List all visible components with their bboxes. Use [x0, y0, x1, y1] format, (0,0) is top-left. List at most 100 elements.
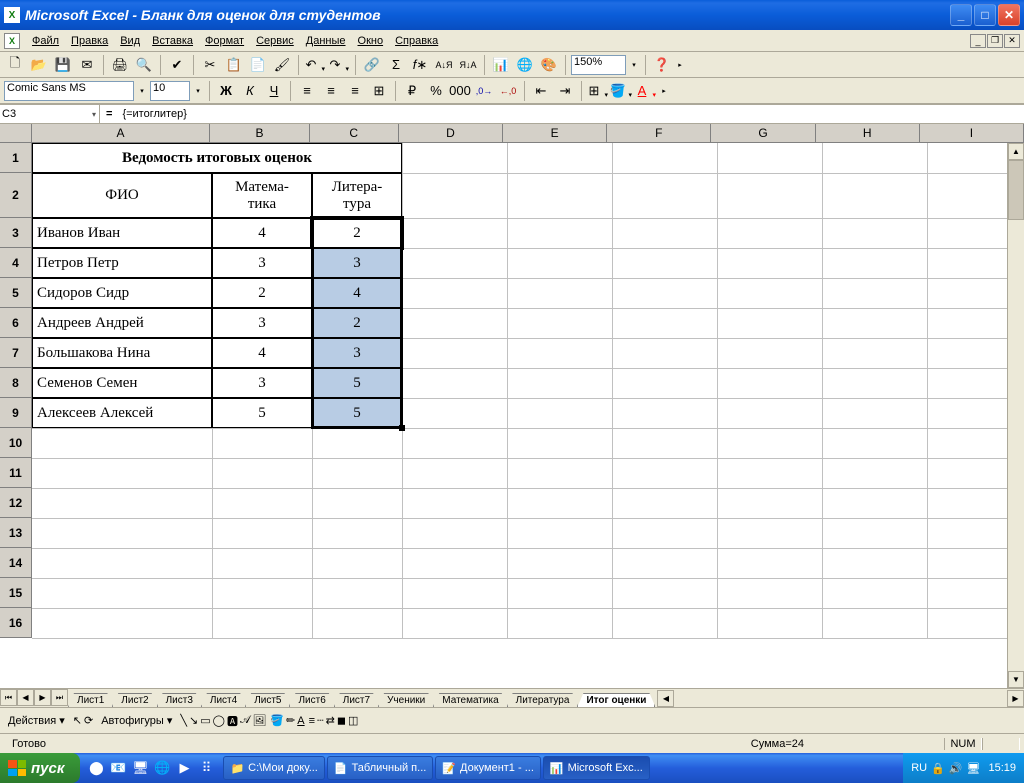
row-header[interactable]: 1	[0, 143, 31, 173]
zoom-dropdown-icon[interactable]: ▾	[628, 54, 640, 76]
cell[interactable]: 3	[212, 308, 312, 338]
column-header[interactable]: E	[503, 124, 607, 142]
row-header[interactable]: 4	[0, 248, 31, 278]
ql-item[interactable]: ▶	[174, 757, 194, 779]
cell[interactable]: 5	[312, 368, 402, 398]
sort-asc-icon[interactable]: А↓Я	[433, 54, 455, 76]
tray-icon[interactable]: 🖥	[967, 762, 981, 775]
cell[interactable]: 3	[312, 248, 402, 278]
ql-item[interactable]: 🖥	[130, 757, 150, 779]
font-color-draw-icon[interactable]: A	[297, 715, 304, 727]
sheet-tab[interactable]: Итог оценки	[577, 693, 655, 707]
cell[interactable]: Сидоров Сидр	[32, 278, 212, 308]
scroll-right-icon[interactable]: ▶	[1007, 690, 1024, 707]
sheet-tab[interactable]: Лист2	[112, 693, 157, 707]
decrease-decimal-icon[interactable]: ←,0	[497, 80, 519, 102]
vscroll-thumb[interactable]	[1008, 160, 1024, 220]
currency-icon[interactable]: ₽	[401, 80, 423, 102]
save-icon[interactable]: 💾	[52, 54, 74, 76]
cell[interactable]: Матема-тика	[212, 173, 312, 218]
cell[interactable]: 3	[312, 338, 402, 368]
row-header[interactable]: 6	[0, 308, 31, 338]
row-header[interactable]: 7	[0, 338, 31, 368]
textbox-icon[interactable]: 🅰	[227, 713, 238, 729]
sheet-tab[interactable]: Лист5	[245, 693, 290, 707]
clipart-icon[interactable]: 🖼	[252, 714, 266, 727]
column-header[interactable]: G	[711, 124, 815, 142]
sheet-tab[interactable]: Лист4	[201, 693, 246, 707]
menu-help[interactable]: Справка	[389, 33, 444, 49]
row-header[interactable]: 2	[0, 173, 31, 218]
cell[interactable]: Алексеев Алексей	[32, 398, 212, 428]
tray-icon[interactable]: 🔒	[931, 762, 945, 775]
cell[interactable]: Ведомость итоговых оценок	[32, 143, 402, 173]
cell[interactable]: 2	[312, 308, 402, 338]
row-header[interactable]: 5	[0, 278, 31, 308]
line-style-icon[interactable]: ≡	[309, 715, 315, 727]
arrow-icon[interactable]: ↘	[189, 714, 198, 727]
comma-icon[interactable]: 000	[449, 80, 471, 102]
sheet-tab[interactable]: Литература	[507, 693, 579, 707]
zoom-combo[interactable]: 150%	[571, 55, 626, 75]
tab-nav-next-icon[interactable]: ▶	[34, 689, 51, 706]
cell[interactable]: Андреев Андрей	[32, 308, 212, 338]
dash-style-icon[interactable]: ┄	[317, 714, 324, 727]
cell[interactable]: Большакова Нина	[32, 338, 212, 368]
chart-wizard-icon[interactable]: 📊	[490, 54, 512, 76]
redo-icon[interactable]: ↷	[328, 54, 350, 76]
minimize-button[interactable]: _	[950, 4, 972, 26]
scroll-left-icon[interactable]: ◀	[657, 690, 674, 707]
toolbar-options-icon[interactable]: ▸	[659, 80, 669, 102]
copy-icon[interactable]: 📋	[223, 54, 245, 76]
arrow-style-icon[interactable]: ⇄	[326, 714, 335, 727]
email-icon[interactable]: ✉	[76, 54, 98, 76]
open-icon[interactable]: 📂	[28, 54, 50, 76]
row-header[interactable]: 3	[0, 218, 31, 248]
shadow-icon[interactable]: ◼	[337, 714, 346, 727]
align-right-icon[interactable]: ≡	[344, 80, 366, 102]
paste-icon[interactable]: 📄	[247, 54, 269, 76]
ql-item[interactable]: ⬤	[86, 757, 106, 779]
oval-icon[interactable]: ◯	[213, 714, 225, 727]
cell[interactable]: 4	[212, 218, 312, 248]
spellcheck-icon[interactable]: ✔	[166, 54, 188, 76]
increase-indent-icon[interactable]: ⇥	[554, 80, 576, 102]
rectangle-icon[interactable]: ▭	[200, 714, 210, 727]
row-header[interactable]: 16	[0, 608, 31, 638]
cell[interactable]: Петров Петр	[32, 248, 212, 278]
autosum-icon[interactable]: Σ	[385, 54, 407, 76]
select-all-corner[interactable]	[0, 124, 32, 142]
row-header[interactable]: 14	[0, 548, 31, 578]
row-header[interactable]: 8	[0, 368, 31, 398]
3d-icon[interactable]: ◫	[348, 714, 358, 727]
print-icon[interactable]: 🖨	[109, 54, 131, 76]
workbook-icon[interactable]: X	[4, 33, 20, 49]
formula-input[interactable]: {=итоглитер}	[118, 105, 1024, 123]
taskbar-button[interactable]: 📝 Документ1 - ...	[435, 756, 541, 780]
undo-icon[interactable]: ↶	[304, 54, 326, 76]
fill-color-draw-icon[interactable]: 🪣	[270, 714, 284, 727]
mdi-restore-button[interactable]: ❐	[987, 34, 1003, 48]
tab-nav-prev-icon[interactable]: ◀	[17, 689, 34, 706]
maximize-button[interactable]: □	[974, 4, 996, 26]
align-center-icon[interactable]: ≡	[320, 80, 342, 102]
menu-edit[interactable]: Правка	[65, 33, 114, 49]
sheet-tab[interactable]: Лист6	[289, 693, 334, 707]
font-size-dropdown-icon[interactable]: ▾	[192, 80, 204, 102]
font-name-dropdown-icon[interactable]: ▾	[136, 80, 148, 102]
cell[interactable]: Иванов Иван	[32, 218, 212, 248]
taskbar-button[interactable]: 📄 Табличный п...	[327, 756, 433, 780]
close-button[interactable]: ✕	[998, 4, 1020, 26]
column-header[interactable]: H	[816, 124, 920, 142]
increase-decimal-icon[interactable]: ,0→	[473, 80, 495, 102]
cell[interactable]: 4	[212, 338, 312, 368]
font-color-icon[interactable]: A	[635, 80, 657, 102]
bold-icon[interactable]: Ж	[215, 80, 237, 102]
menu-window[interactable]: Окно	[352, 33, 390, 49]
taskbar-button[interactable]: 📁 С:\Мои доку...	[223, 756, 324, 780]
start-button[interactable]: пуск	[0, 753, 80, 783]
column-header[interactable]: C	[310, 124, 399, 142]
cell[interactable]: 5	[312, 398, 402, 428]
cell[interactable]: 3	[212, 368, 312, 398]
borders-icon[interactable]: ⊞	[587, 80, 609, 102]
